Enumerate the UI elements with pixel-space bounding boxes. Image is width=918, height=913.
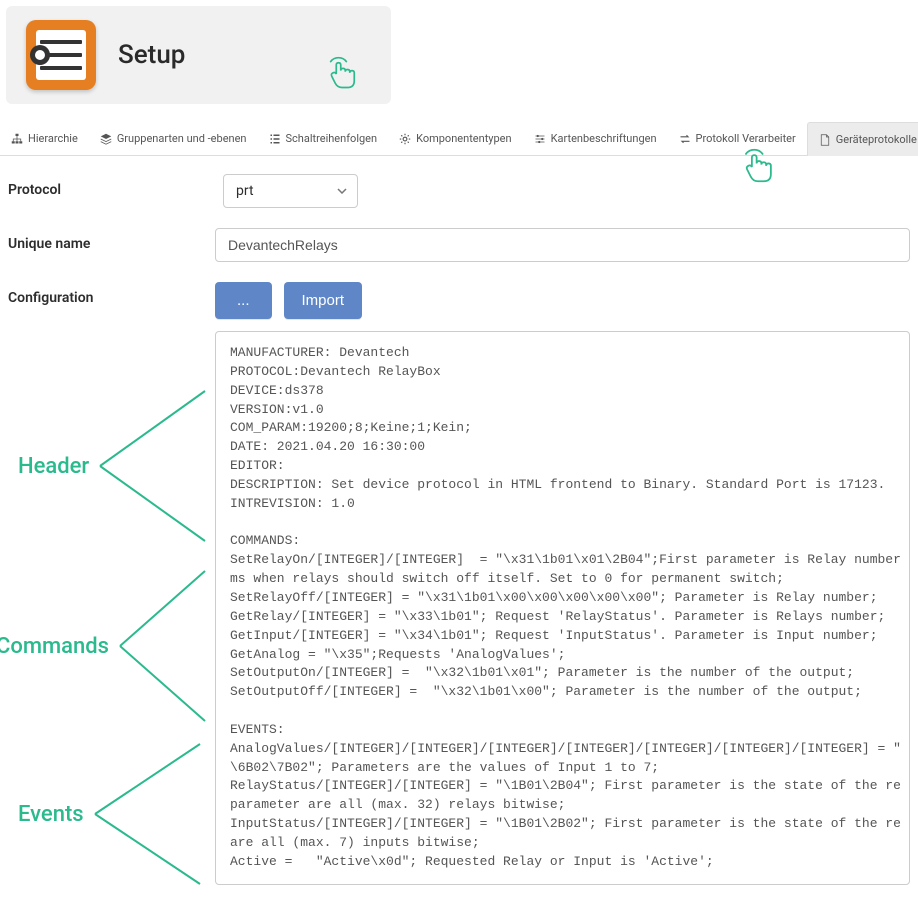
tab-schaltreihenfolgen[interactable]: Schaltreihenfolgen: [258, 122, 389, 155]
document-icon: [819, 134, 831, 146]
tab-komponententypen[interactable]: Komponententypen: [388, 122, 523, 155]
ellipsis-button[interactable]: ...: [215, 282, 272, 319]
tab-kartenbeschriftungen[interactable]: Kartenbeschriftungen: [523, 122, 668, 155]
tab-geraeteprotokolle[interactable]: Geräteprotokolle: [807, 122, 918, 156]
import-button[interactable]: Import: [284, 282, 363, 319]
tab-hierarchie[interactable]: Hierarchie: [0, 122, 89, 155]
chevron-down-icon: [337, 188, 347, 194]
tab-label: Geräteprotokolle: [836, 133, 917, 146]
layers-icon: [100, 133, 112, 145]
tab-label: Komponententypen: [416, 132, 512, 145]
configuration-label: Configuration: [8, 282, 215, 306]
protocol-form: Protocol prt Unique name Configuration .…: [0, 156, 918, 913]
protocol-label: Protocol: [8, 174, 223, 198]
sitemap-icon: [11, 133, 23, 145]
tab-label: Gruppenarten und -ebenen: [117, 132, 247, 145]
tab-label: Hierarchie: [28, 132, 78, 145]
configuration-textarea[interactable]: MANUFACTURER: Devantech PROTOCOL:Devante…: [215, 331, 910, 885]
setup-header-card: Setup: [6, 6, 391, 104]
unique-name-label: Unique name: [8, 228, 215, 252]
list-icon: [269, 133, 281, 145]
protocol-selected-value: prt: [236, 183, 254, 199]
gear-icon: [399, 133, 411, 145]
sliders-icon: [534, 133, 546, 145]
tab-label: Kartenbeschriftungen: [551, 132, 657, 145]
unique-name-input[interactable]: [215, 228, 910, 262]
tab-protokoll-verarbeiter[interactable]: Protokoll Verarbeiter: [668, 122, 807, 155]
tab-label: Schaltreihenfolgen: [286, 132, 378, 145]
pointer-cursor-icon: [325, 56, 361, 92]
tab-gruppenarten[interactable]: Gruppenarten und -ebenen: [89, 122, 258, 155]
exchange-icon: [679, 133, 691, 145]
setup-app-icon: [26, 20, 96, 90]
tab-label: Protokoll Verarbeiter: [696, 132, 796, 145]
page-title: Setup: [118, 40, 185, 70]
setup-tabs: Hierarchie Gruppenarten und -ebenen Scha…: [0, 122, 918, 156]
protocol-select[interactable]: prt: [223, 174, 358, 208]
